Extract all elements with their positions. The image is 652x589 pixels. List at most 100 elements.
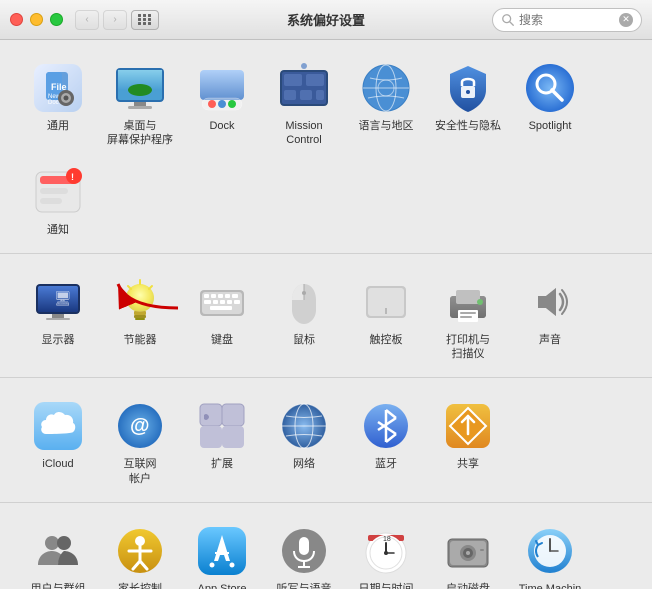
pref-keyboard[interactable]: 键盘 (184, 270, 260, 368)
pref-extensions[interactable]: 扩展 (184, 394, 260, 492)
icloud-label: iCloud (42, 457, 73, 471)
hardware-grid: 🖥 显示器 (20, 270, 632, 368)
section-hardware: 🖥 显示器 (0, 254, 652, 379)
keyboard-icon (196, 276, 248, 328)
timemachine-icon (524, 525, 576, 577)
dictation-label: 听写与语音 (277, 582, 332, 589)
traffic-lights (10, 13, 63, 26)
grid-view-button[interactable] (131, 10, 159, 30)
spotlight-icon (524, 62, 576, 114)
back-button[interactable]: ‹ (75, 10, 99, 30)
general-icon: File New Doc (32, 62, 84, 114)
language-label: 语言与地区 (359, 119, 414, 133)
titlebar: ‹ › 系统偏好设置 ✕ (0, 0, 652, 40)
display-label: 显示器 (42, 333, 75, 347)
svg-text:Doc: Doc (48, 100, 59, 106)
bluetooth-icon (360, 400, 412, 452)
icloud-icon (32, 400, 84, 452)
pref-security[interactable]: 安全性与隐私 (430, 56, 506, 154)
datetime-icon: 18 (360, 525, 412, 577)
minimize-button[interactable] (30, 13, 43, 26)
trackpad-icon (360, 276, 412, 328)
language-icon (360, 62, 412, 114)
pref-general[interactable]: File New Doc 通用 (20, 56, 96, 154)
internet-grid: iCloud @ 互联网帐户 (20, 394, 632, 492)
general-label: 通用 (47, 119, 69, 133)
appstore-icon (196, 525, 248, 577)
pref-dictation[interactable]: 听写与语音 (266, 519, 342, 589)
datetime-label: 日期与时间 (359, 582, 414, 589)
pref-printer[interactable]: 打印机与扫描仪 (430, 270, 506, 368)
extensions-label: 扩展 (211, 457, 233, 471)
parental-label: 家长控制 (118, 582, 162, 589)
svg-text:@: @ (130, 415, 150, 437)
search-clear-button[interactable]: ✕ (619, 13, 633, 27)
close-button[interactable] (10, 13, 23, 26)
nav-buttons: ‹ › (75, 10, 127, 30)
svg-text:🖥: 🖥 (54, 290, 72, 306)
preferences-content: File New Doc 通用 (0, 40, 652, 589)
pref-timemachine[interactable]: Time Machine (512, 519, 588, 589)
timemachine-label: Time Machine (516, 582, 584, 589)
pref-mouse[interactable]: 鼠标 (266, 270, 342, 368)
pref-sharing[interactable]: 共享 (430, 394, 506, 492)
pref-mission[interactable]: MissionControl (266, 56, 342, 154)
sound-icon (524, 276, 576, 328)
appstore-label: App Store (198, 582, 247, 589)
section-system: 用户与群组 (0, 503, 652, 589)
startup-icon (442, 525, 494, 577)
personal-grid: File New Doc 通用 (20, 56, 632, 243)
pref-language[interactable]: 语言与地区 (348, 56, 424, 154)
window-title: 系统偏好设置 (287, 10, 365, 29)
maximize-button[interactable] (50, 13, 63, 26)
pref-trackpad[interactable]: 触控板 (348, 270, 424, 368)
extensions-icon (196, 400, 248, 452)
pref-users[interactable]: 用户与群组 (20, 519, 96, 589)
mission-icon (278, 62, 330, 114)
pref-sound[interactable]: 声音 (512, 270, 588, 368)
energy-label: 节能器 (124, 333, 157, 347)
pref-display[interactable]: 🖥 显示器 (20, 270, 96, 368)
network-icon (278, 400, 330, 452)
network-label: 网络 (293, 457, 315, 471)
pref-network[interactable]: 网络 (266, 394, 342, 492)
section-personal: File New Doc 通用 (0, 40, 652, 254)
users-icon (32, 525, 84, 577)
mission-label: MissionControl (285, 119, 322, 148)
svg-text:!: ! (71, 172, 74, 182)
pref-icloud[interactable]: iCloud (20, 394, 96, 492)
pref-dock[interactable]: Dock (184, 56, 260, 154)
search-bar[interactable]: ✕ (492, 8, 642, 32)
startup-label: 启动磁盘 (446, 582, 490, 589)
pref-notification[interactable]: ! 通知 (20, 160, 96, 243)
desktop-icon (114, 62, 166, 114)
trackpad-label: 触控板 (370, 333, 403, 347)
pref-parental[interactable]: 家长控制 (102, 519, 178, 589)
grid-dots-icon (138, 14, 152, 25)
mouse-label: 鼠标 (293, 333, 315, 347)
security-label: 安全性与隐私 (435, 119, 501, 133)
dictation-icon (278, 525, 330, 577)
pref-appstore[interactable]: App Store (184, 519, 260, 589)
search-icon (501, 13, 515, 27)
users-label: 用户与群组 (31, 582, 86, 589)
security-icon (442, 62, 494, 114)
forward-button[interactable]: › (103, 10, 127, 30)
section-internet: iCloud @ 互联网帐户 (0, 378, 652, 503)
internet-label: 互联网帐户 (124, 457, 157, 486)
notification-label: 通知 (47, 223, 69, 237)
svg-text:18: 18 (383, 536, 391, 543)
pref-spotlight[interactable]: Spotlight (512, 56, 588, 154)
keyboard-label: 键盘 (211, 333, 233, 347)
pref-internet[interactable]: @ 互联网帐户 (102, 394, 178, 492)
pref-startup[interactable]: 启动磁盘 (430, 519, 506, 589)
pref-desktop[interactable]: 桌面与屏幕保护程序 (102, 56, 178, 154)
sound-label: 声音 (539, 333, 561, 347)
pref-datetime[interactable]: 18 日期与时间 (348, 519, 424, 589)
pref-energy[interactable]: 节能器 (102, 270, 178, 368)
search-input[interactable] (519, 13, 619, 27)
bluetooth-label: 蓝牙 (375, 457, 397, 471)
pref-bluetooth[interactable]: 蓝牙 (348, 394, 424, 492)
printer-icon (442, 276, 494, 328)
printer-label: 打印机与扫描仪 (446, 333, 490, 362)
